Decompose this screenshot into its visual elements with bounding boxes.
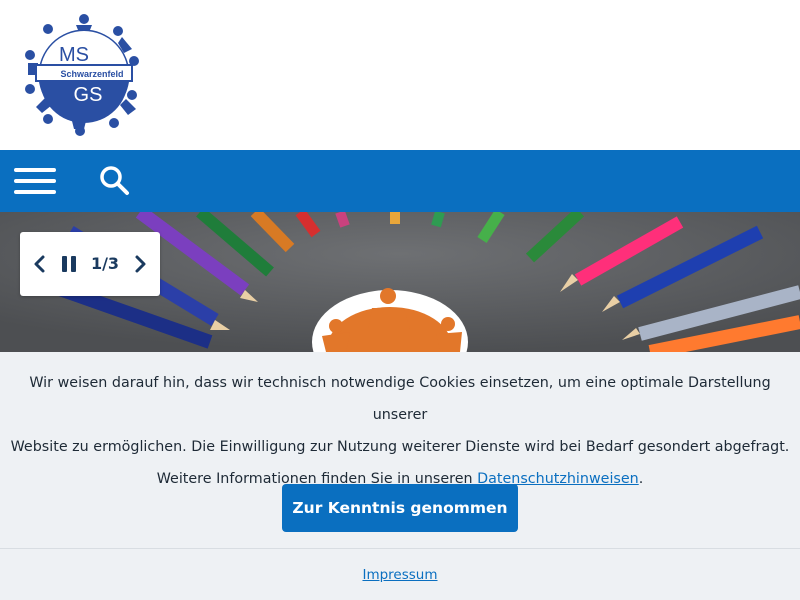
cookie-line-1: Wir weisen darauf hin, dass wir technisc… [29, 375, 771, 423]
impressum-link[interactable]: Impressum [0, 567, 800, 583]
hamburger-icon [14, 168, 56, 172]
cookie-line-3-suffix: . [638, 471, 644, 487]
accept-cookies-button[interactable]: Zur Kenntnis genommen [282, 484, 518, 532]
pause-icon[interactable] [57, 252, 81, 276]
cookie-notice-text: Wir weisen darauf hin, dass wir technisc… [0, 367, 800, 495]
logo-top-text: MS [59, 44, 89, 66]
school-logo[interactable]: MS Schwarzenfeld GS [22, 13, 146, 137]
slider-controls: 1/3 [20, 232, 160, 296]
logo-bottom-text: GS [74, 84, 103, 106]
chevron-left-icon[interactable] [28, 252, 52, 276]
cookie-line-2: Website zu ermöglichen. Die Einwilligung… [10, 439, 790, 455]
hamburger-icon-bar [14, 190, 56, 194]
slide-counter: 1/3 [90, 254, 120, 273]
search-icon[interactable] [98, 164, 130, 196]
logo-band-text: Schwarzenfeld [60, 69, 123, 79]
chevron-right-icon[interactable] [128, 252, 152, 276]
menu-button[interactable] [14, 168, 56, 194]
hamburger-icon-bar [14, 179, 56, 183]
